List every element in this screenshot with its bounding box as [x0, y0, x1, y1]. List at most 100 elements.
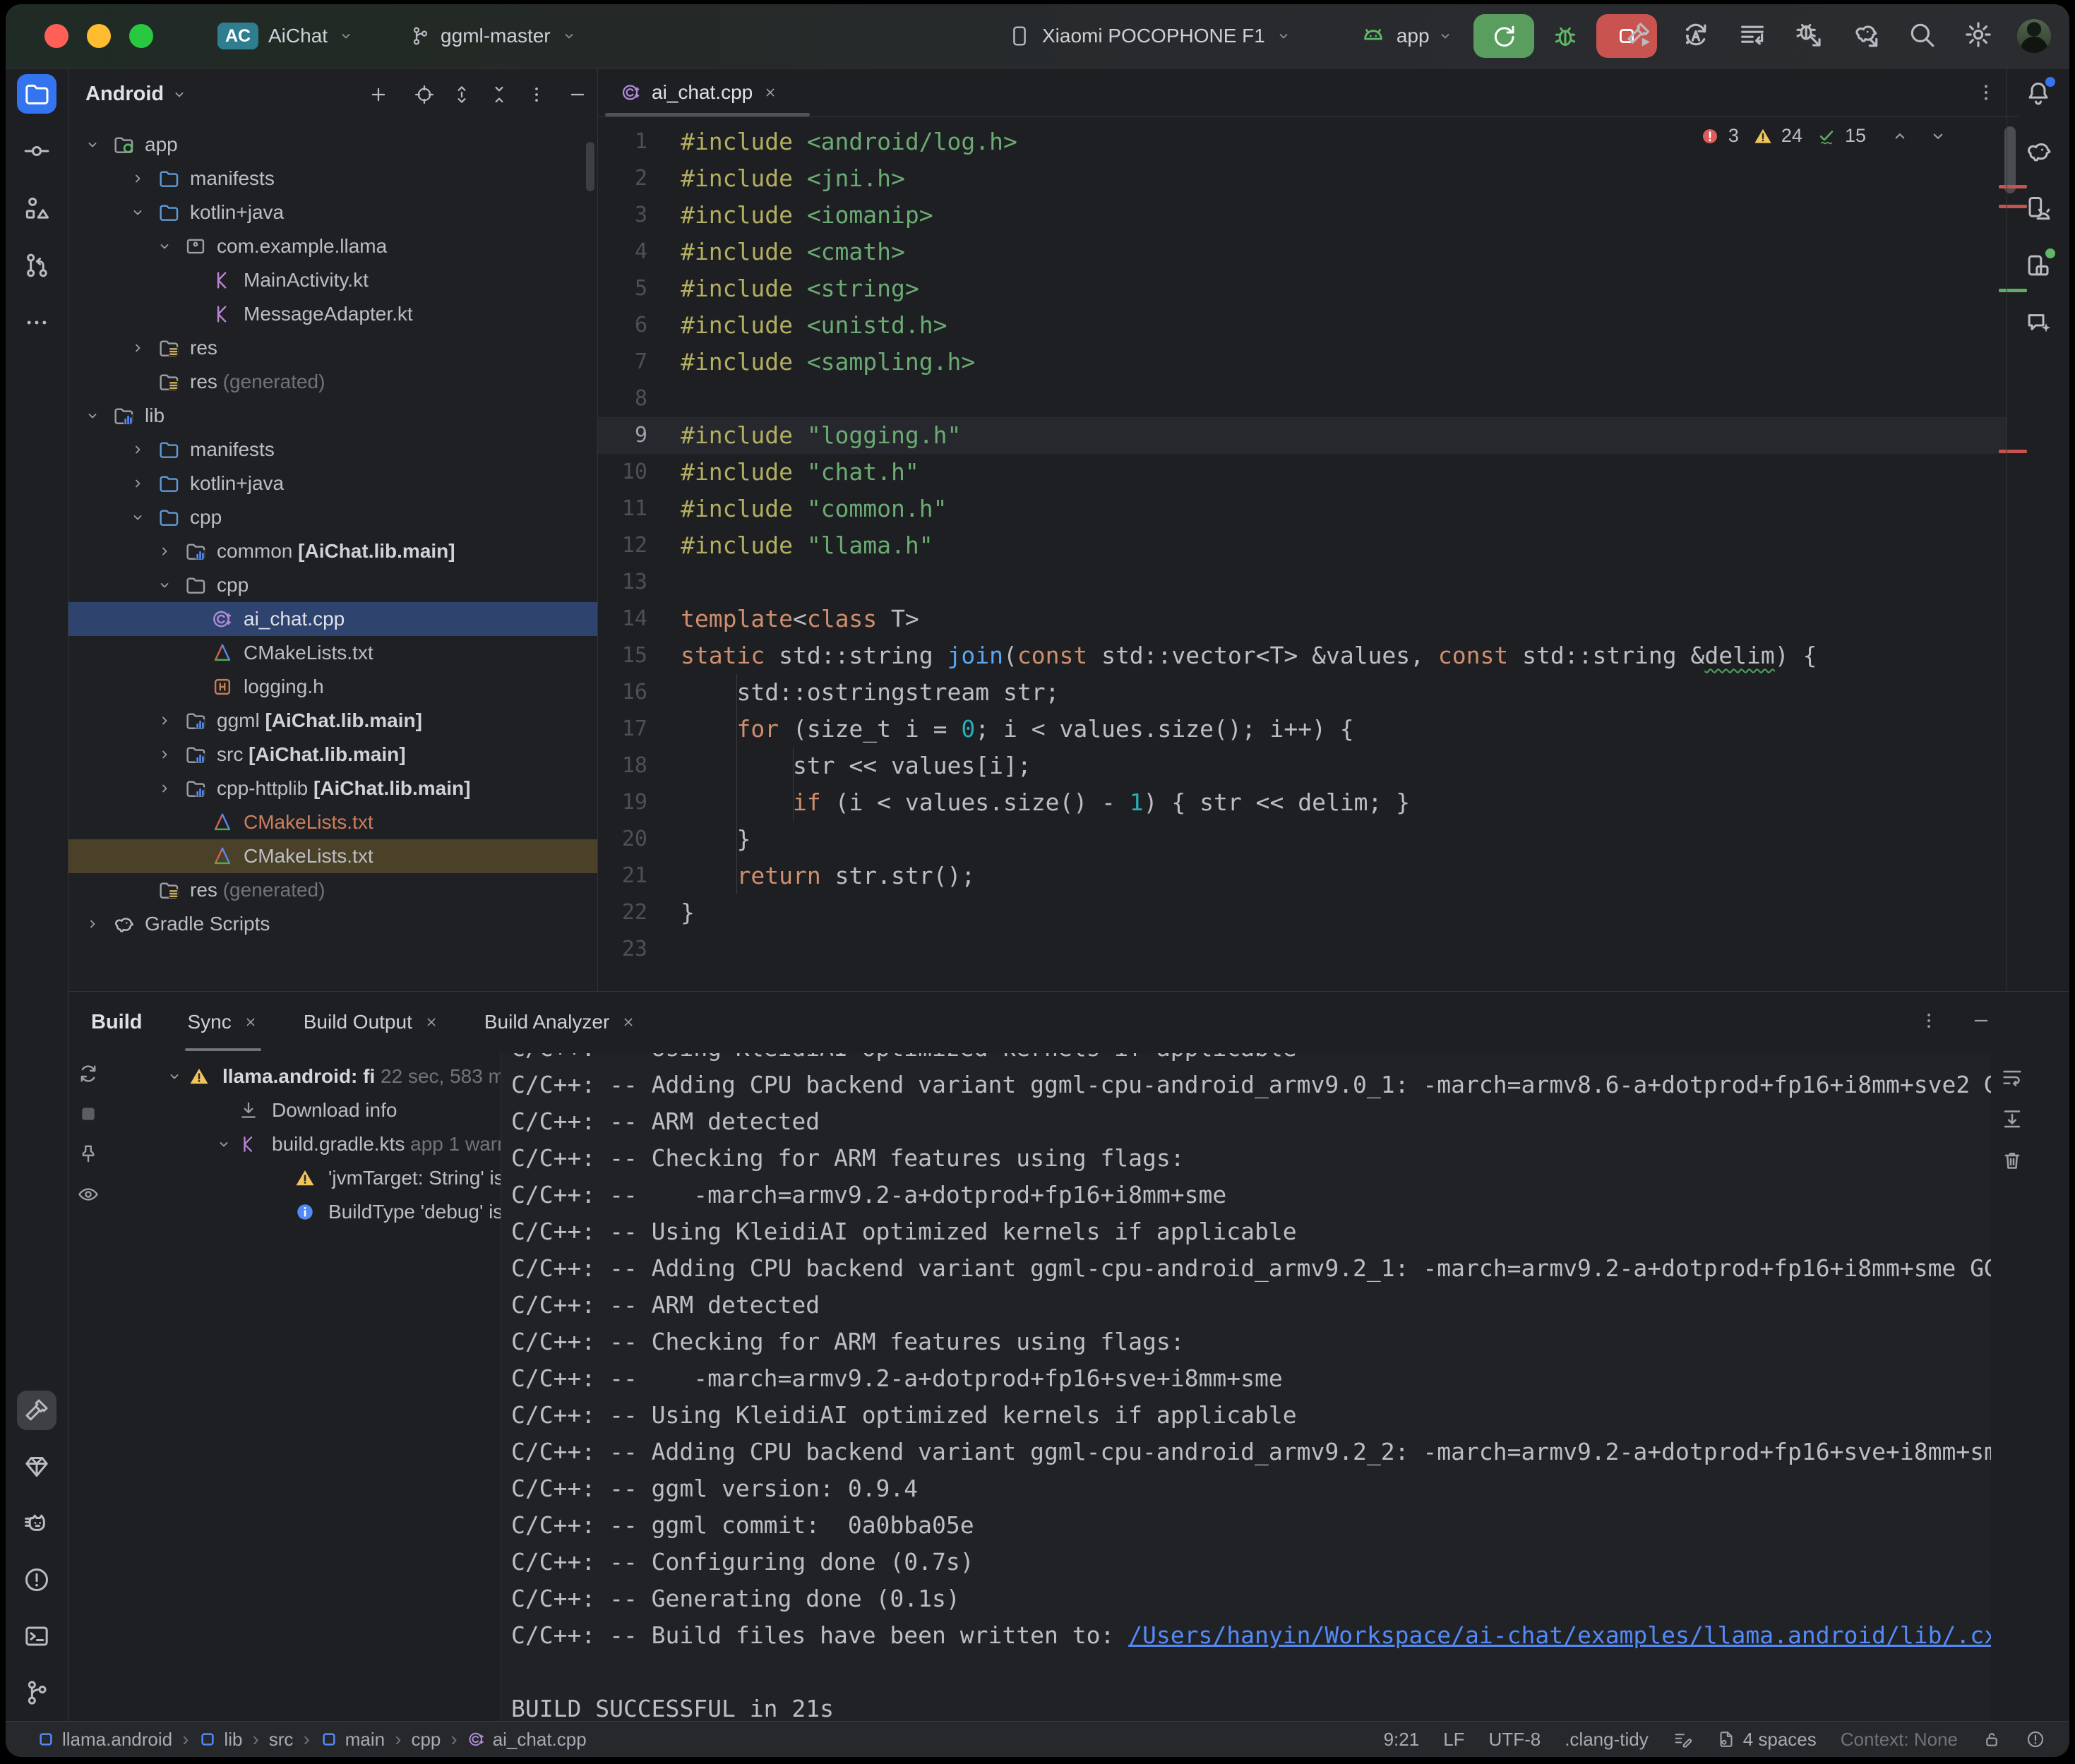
tree-item-manifests[interactable]: manifests — [68, 162, 597, 196]
close-icon[interactable] — [243, 1014, 258, 1030]
build-tab-sync[interactable]: Sync — [188, 992, 258, 1052]
build-tab-build-output[interactable]: Build Output — [304, 992, 439, 1052]
chevron-right-icon[interactable] — [156, 543, 173, 560]
tree-item-cpp[interactable]: cpp — [68, 568, 597, 602]
status-widget-context-none[interactable]: Context: None — [1841, 1729, 1958, 1751]
tree-item-mainactivity-kt[interactable]: MainActivity.kt — [68, 263, 597, 297]
chevron-right-icon[interactable] — [156, 746, 173, 763]
chevron-right-icon[interactable] — [129, 441, 146, 458]
build-tree-item[interactable]: 'jvmTarget: String' is deprec — [68, 1161, 499, 1195]
soft-wrap-button[interactable] — [2000, 1065, 2024, 1093]
minimize-window-button[interactable] — [87, 24, 111, 48]
status-widget-9-21[interactable]: 9:21 — [1384, 1729, 1420, 1751]
tree-item-ggml[interactable]: ggml [AiChat.lib.main] — [68, 704, 597, 738]
tree-item-cmakelists-txt[interactable]: CMakeLists.txt — [68, 805, 597, 839]
settings-button[interactable] — [1963, 20, 1993, 53]
clear-all-button[interactable] — [2000, 1148, 2024, 1176]
chevron-down-icon[interactable] — [129, 204, 146, 221]
close-window-button[interactable] — [44, 24, 68, 48]
breadcrumb-llama-android[interactable]: llama.android — [37, 1729, 172, 1751]
sync-device-button[interactable] — [1681, 20, 1711, 53]
status-widget--clang-tidy[interactable]: .clang-tidy — [1565, 1729, 1649, 1751]
tree-item-res[interactable]: res — [68, 331, 597, 365]
build-tree-item[interactable]: build.gradle.kts app 1 warning — [68, 1127, 499, 1161]
close-icon[interactable] — [621, 1014, 636, 1030]
tree-item-ai-chat-cpp[interactable]: ai_chat.cpp — [68, 602, 597, 636]
close-icon[interactable] — [424, 1014, 439, 1030]
tree-item-messageadapter-kt[interactable]: MessageAdapter.kt — [68, 297, 597, 331]
scroll-end-button[interactable] — [2000, 1107, 2024, 1134]
tool-strip-commit[interactable] — [17, 131, 56, 171]
collapse-all-icon[interactable] — [489, 84, 510, 105]
device-selector[interactable]: Xiaomi POCOPHONE F1 — [1042, 25, 1265, 47]
build-tab-build-analyzer[interactable]: Build Analyzer — [484, 992, 636, 1052]
prev-problem-button[interactable] — [1890, 126, 1910, 146]
build-options-button[interactable] — [1918, 1010, 1939, 1031]
hide-build-button[interactable] — [1971, 1010, 1992, 1031]
status-widget-utf-8[interactable]: UTF-8 — [1489, 1729, 1541, 1751]
status-widget-lf[interactable]: LF — [1443, 1729, 1464, 1751]
status-widget-error-circle[interactable] — [2026, 1729, 2045, 1749]
minus-icon[interactable] — [567, 84, 588, 105]
tool-strip-logcat[interactable] — [17, 1504, 56, 1543]
tool-strip-gradle[interactable] — [2019, 131, 2058, 171]
breadcrumb-ai-chat-cpp[interactable]: ai_chat.cpp — [467, 1729, 587, 1751]
tool-strip-running-devices[interactable] — [2019, 246, 2058, 285]
tree-item-gradle-scripts[interactable]: Gradle Scripts — [68, 907, 597, 941]
chevron-down-icon[interactable] — [129, 509, 146, 526]
expand-all-icon[interactable] — [451, 84, 472, 105]
tree-item-cpp-httplib[interactable]: cpp-httplib [AiChat.lib.main] — [68, 772, 597, 805]
search-button[interactable] — [1907, 20, 1937, 53]
tool-strip-project-folder[interactable] — [17, 74, 56, 114]
chevron-down-icon[interactable] — [84, 136, 101, 153]
breadcrumb-cpp[interactable]: cpp — [411, 1729, 441, 1751]
tree-item-common[interactable]: common [AiChat.lib.main] — [68, 534, 597, 568]
next-problem-button[interactable] — [1928, 126, 1948, 146]
tree-item-logging-h[interactable]: logging.h — [68, 670, 597, 704]
user-avatar[interactable] — [2017, 19, 2051, 53]
tool-strip-structure[interactable] — [17, 188, 56, 228]
logcat-list-button[interactable] — [1738, 20, 1767, 53]
tab-ai-chat-cpp[interactable]: ai_chat.cpp — [605, 68, 794, 116]
zoom-window-button[interactable] — [129, 24, 153, 48]
project-selector[interactable]: AiChat — [268, 25, 328, 47]
tool-strip-build-hammer[interactable] — [17, 1391, 56, 1430]
tree-item-src[interactable]: src [AiChat.lib.main] — [68, 738, 597, 772]
tree-item-kotlin-java[interactable]: kotlin+java — [68, 467, 597, 500]
chevron-right-icon[interactable] — [84, 916, 101, 932]
gradle-sync-button[interactable] — [1850, 20, 1880, 53]
tree-item-kotlin-java[interactable]: kotlin+java — [68, 196, 597, 229]
chevron-down-icon[interactable] — [156, 577, 173, 594]
chevron-down-icon[interactable] — [215, 1136, 232, 1153]
chevron-right-icon[interactable] — [156, 712, 173, 729]
debug-button[interactable] — [1551, 22, 1579, 50]
chevron-right-icon[interactable] — [129, 475, 146, 492]
tool-strip-pull-request[interactable] — [17, 246, 56, 285]
rerun-button[interactable] — [1473, 14, 1534, 58]
tree-item-com-example-llama[interactable]: com.example.llama — [68, 229, 597, 263]
plus-icon[interactable] — [368, 84, 389, 105]
tree-item-manifests[interactable]: manifests — [68, 433, 597, 467]
run-config-selector[interactable]: app — [1397, 25, 1430, 47]
chevron-down-icon[interactable] — [166, 1068, 183, 1085]
build-tree-item[interactable]: BuildType 'debug' is both de — [68, 1195, 499, 1229]
kebab-icon[interactable] — [526, 84, 547, 105]
inspections-widget[interactable]: 3 24 15 — [1700, 125, 1948, 147]
tree-item-cmakelists-txt[interactable]: CMakeLists.txt — [68, 839, 597, 873]
project-view-selector[interactable]: Android — [85, 83, 188, 106]
tool-strip-terminal[interactable] — [17, 1616, 56, 1656]
profiler-button[interactable] — [1794, 20, 1824, 53]
chevron-right-icon[interactable] — [129, 170, 146, 187]
tree-item-cmakelists-txt[interactable]: CMakeLists.txt — [68, 636, 597, 670]
branch-selector[interactable]: ggml-master — [441, 25, 551, 47]
tree-item-res[interactable]: res (generated) — [68, 365, 597, 399]
tool-strip-ai-assistant[interactable] — [2019, 303, 2058, 342]
status-widget-highlighting[interactable] — [1673, 1729, 1692, 1749]
status-widget-4-spaces[interactable]: 4 spaces — [1716, 1729, 1817, 1751]
tree-item-cpp[interactable]: cpp — [68, 500, 597, 534]
breadcrumb-src[interactable]: src — [269, 1729, 294, 1751]
tool-strip-app-insights[interactable] — [17, 1447, 56, 1487]
close-tab-icon[interactable] — [763, 85, 778, 100]
tool-strip-more[interactable] — [17, 303, 56, 342]
chevron-down-icon[interactable] — [156, 238, 173, 255]
